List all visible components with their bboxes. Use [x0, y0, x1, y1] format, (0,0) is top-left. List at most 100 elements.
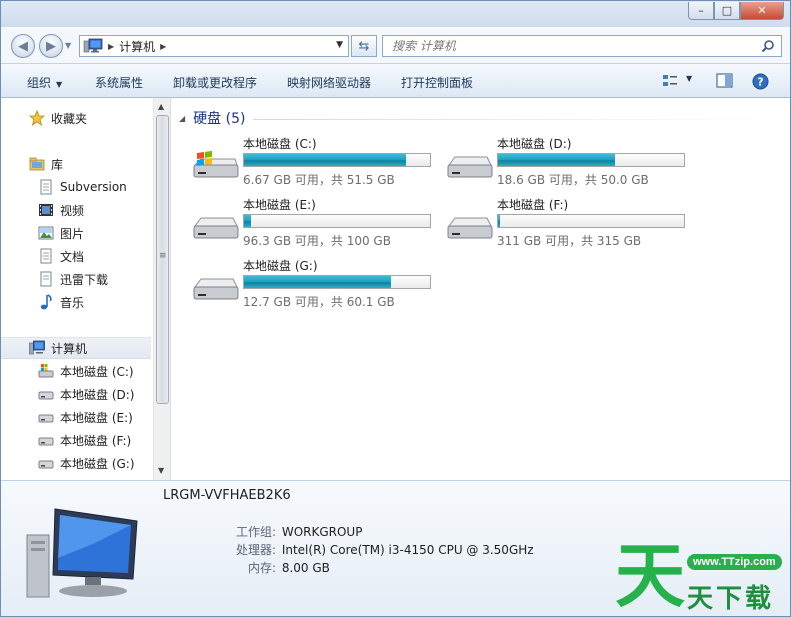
search-icon[interactable] — [761, 39, 775, 53]
close-button[interactable]: ✕ — [740, 2, 784, 20]
workgroup-row: 工作组: WORKGROUP — [232, 523, 363, 540]
refresh-icon: ⇆ — [358, 38, 370, 54]
uninstall-program-button[interactable]: 卸载或更改程序 — [173, 74, 257, 91]
preview-pane-icon[interactable] — [716, 73, 733, 89]
drive-d[interactable]: 本地磁盘 (D:) 18.6 GB 可用，共 50.0 GB — [445, 135, 695, 193]
group-divider — [253, 119, 773, 120]
drive-space-info: 12.7 GB 可用，共 60.1 GB — [243, 295, 395, 309]
scroll-up-icon[interactable]: ▲ — [158, 102, 164, 111]
search-box[interactable] — [382, 35, 782, 57]
drive-f[interactable]: 本地磁盘 (F:) 311 GB 可用，共 315 GB — [445, 196, 695, 254]
explorer-window: – □ ✕ ◀ ▶ ▼ ▶ 计算机 ▶ ▼ ⇆ 搜索 计算机 组织 ▼ 系统属性… — [0, 0, 791, 617]
sidebar-item-label: 图片 — [60, 226, 85, 241]
command-bar: 组织 ▼ 系统属性 卸载或更改程序 映射网络驱动器 打开控制面板 ▼ ? — [1, 63, 790, 98]
content-pane: ◢ 硬盘 (5) 本地磁盘 (C:) 6.67 GB 可用，共 51.5 GB — [171, 98, 790, 480]
star-icon — [28, 109, 46, 126]
sidebar-item-videos[interactable]: 视频 — [1, 199, 151, 221]
back-arrow-icon: ◀ — [18, 38, 28, 54]
sidebar-item-drive-g[interactable]: 本地磁盘 (G:) — [1, 452, 151, 474]
search-input[interactable] — [392, 39, 742, 53]
map-network-drive-button[interactable]: 映射网络驱动器 — [287, 74, 371, 91]
breadcrumb-separator-icon[interactable]: ▶ — [108, 42, 114, 51]
navigation-row: ◀ ▶ ▼ ▶ 计算机 ▶ ▼ ⇆ — [1, 27, 790, 63]
recent-pages-dropdown[interactable]: ▼ — [65, 41, 71, 50]
computer-icon — [83, 38, 103, 54]
back-button[interactable]: ◀ — [11, 34, 35, 58]
drive-space-info: 96.3 GB 可用，共 100 GB — [243, 234, 391, 248]
document-icon — [38, 271, 54, 287]
drive-space-info: 6.67 GB 可用，共 51.5 GB — [243, 173, 395, 187]
processor-value: Intel(R) Core(TM) i3-4150 CPU @ 3.50GHz — [281, 543, 534, 557]
refresh-button[interactable]: ⇆ — [351, 35, 377, 57]
computer-icon — [26, 508, 138, 598]
sidebar-item-label: 文档 — [60, 249, 85, 264]
drive-g[interactable]: 本地磁盘 (G:) 12.7 GB 可用，共 60.1 GB — [191, 257, 441, 315]
open-control-panel-button[interactable]: 打开控制面板 — [401, 74, 473, 91]
drive-usage-bar — [243, 214, 431, 228]
drive-name: 本地磁盘 (E:) — [243, 198, 316, 212]
watermark-url: www.TTzip.com — [687, 554, 782, 570]
sidebar-item-drive-d[interactable]: 本地磁盘 (D:) — [1, 383, 151, 405]
drive-usage-fill — [244, 154, 406, 166]
address-bar[interactable]: ▶ 计算机 ▶ ▼ — [79, 35, 349, 57]
sidebar-item-drive-e[interactable]: 本地磁盘 (E:) — [1, 406, 151, 428]
system-properties-button[interactable]: 系统属性 — [95, 74, 143, 91]
computer-name: LRGM-VVFHAEB2K6 — [163, 488, 291, 503]
sidebar-item-label: 视频 — [60, 203, 85, 218]
drive-e[interactable]: 本地磁盘 (E:) 96.3 GB 可用，共 100 GB — [191, 196, 441, 254]
maximize-button[interactable]: □ — [714, 2, 740, 20]
breadcrumb-separator-icon[interactable]: ▶ — [160, 42, 166, 51]
sidebar-item-documents[interactable]: 文档 — [1, 245, 151, 267]
drive-c[interactable]: 本地磁盘 (C:) 6.67 GB 可用，共 51.5 GB — [191, 135, 441, 193]
drive-usage-fill — [498, 215, 500, 227]
change-view-icon[interactable] — [662, 73, 678, 89]
sidebar-item-music[interactable]: 音乐 — [1, 291, 151, 313]
hard-drive-icon — [193, 217, 239, 239]
document-icon — [38, 179, 54, 195]
forward-button[interactable]: ▶ — [39, 34, 63, 58]
help-icon[interactable]: ? — [752, 73, 769, 90]
drive-usage-bar — [497, 214, 685, 228]
sidebar-item-label: 音乐 — [60, 295, 85, 310]
sidebar-item-libraries[interactable]: 库 — [1, 153, 151, 175]
video-icon — [38, 202, 54, 218]
sidebar-item-computer[interactable]: 计算机 — [1, 337, 151, 359]
address-history-dropdown[interactable]: ▼ — [336, 40, 343, 50]
processor-label: 处理器: — [235, 543, 276, 557]
workgroup-value: WORKGROUP — [281, 525, 363, 539]
hard-drive-icon — [38, 455, 54, 471]
sidebar-item-drive-f[interactable]: 本地磁盘 (F:) — [1, 429, 151, 451]
minimize-button[interactable]: – — [688, 2, 714, 20]
sidebar-item-subversion[interactable]: Subversion — [1, 176, 151, 198]
group-title: 硬盘 (5) — [193, 111, 246, 127]
sidebar-item-drive-c[interactable]: 本地磁盘 (C:) — [1, 360, 151, 382]
sidebar-item-label: Subversion — [60, 180, 127, 194]
hard-drive-icon — [447, 156, 493, 178]
group-header-hard-disks[interactable]: ◢ 硬盘 (5) — [179, 108, 245, 128]
navigation-scrollbar[interactable]: ▲ ≡ ▼ — [153, 98, 170, 480]
drive-name: 本地磁盘 (C:) — [243, 137, 317, 151]
title-bar[interactable]: – □ ✕ — [1, 1, 790, 27]
scrollbar-thumb[interactable]: ≡ — [156, 115, 169, 404]
scroll-down-icon[interactable]: ▼ — [158, 466, 164, 475]
drive-usage-bar — [497, 153, 685, 167]
breadcrumb-computer[interactable]: 计算机 — [119, 38, 155, 55]
drive-usage-bar — [243, 275, 431, 289]
sidebar-item-thunder-downloads[interactable]: 迅雷下载 — [1, 268, 151, 290]
sidebar-item-pictures[interactable]: 图片 — [1, 222, 151, 244]
organize-menu[interactable]: 组织 ▼ — [27, 74, 62, 91]
view-options-dropdown[interactable]: ▼ — [686, 74, 692, 83]
music-note-icon — [38, 294, 54, 310]
sidebar-item-favorites[interactable]: 收藏夹 — [1, 107, 151, 129]
watermark-logo-char: 天 — [615, 535, 685, 617]
watermark-text: 天下载 — [687, 584, 775, 614]
sidebar-item-label: 本地磁盘 (E:) — [60, 410, 133, 425]
drive-space-info: 18.6 GB 可用，共 50.0 GB — [497, 173, 649, 187]
organize-label: 组织 — [27, 76, 52, 90]
drive-space-info: 311 GB 可用，共 315 GB — [497, 234, 642, 248]
sidebar-item-label: 计算机 — [51, 341, 88, 356]
memory-row: 内存: 8.00 GB — [232, 559, 330, 576]
sidebar-item-label: 本地磁盘 (F:) — [60, 433, 132, 448]
watermark-logo: 天 www.TTzip.com 天下载 — [615, 540, 791, 616]
collapse-group-icon[interactable]: ◢ — [179, 114, 185, 123]
